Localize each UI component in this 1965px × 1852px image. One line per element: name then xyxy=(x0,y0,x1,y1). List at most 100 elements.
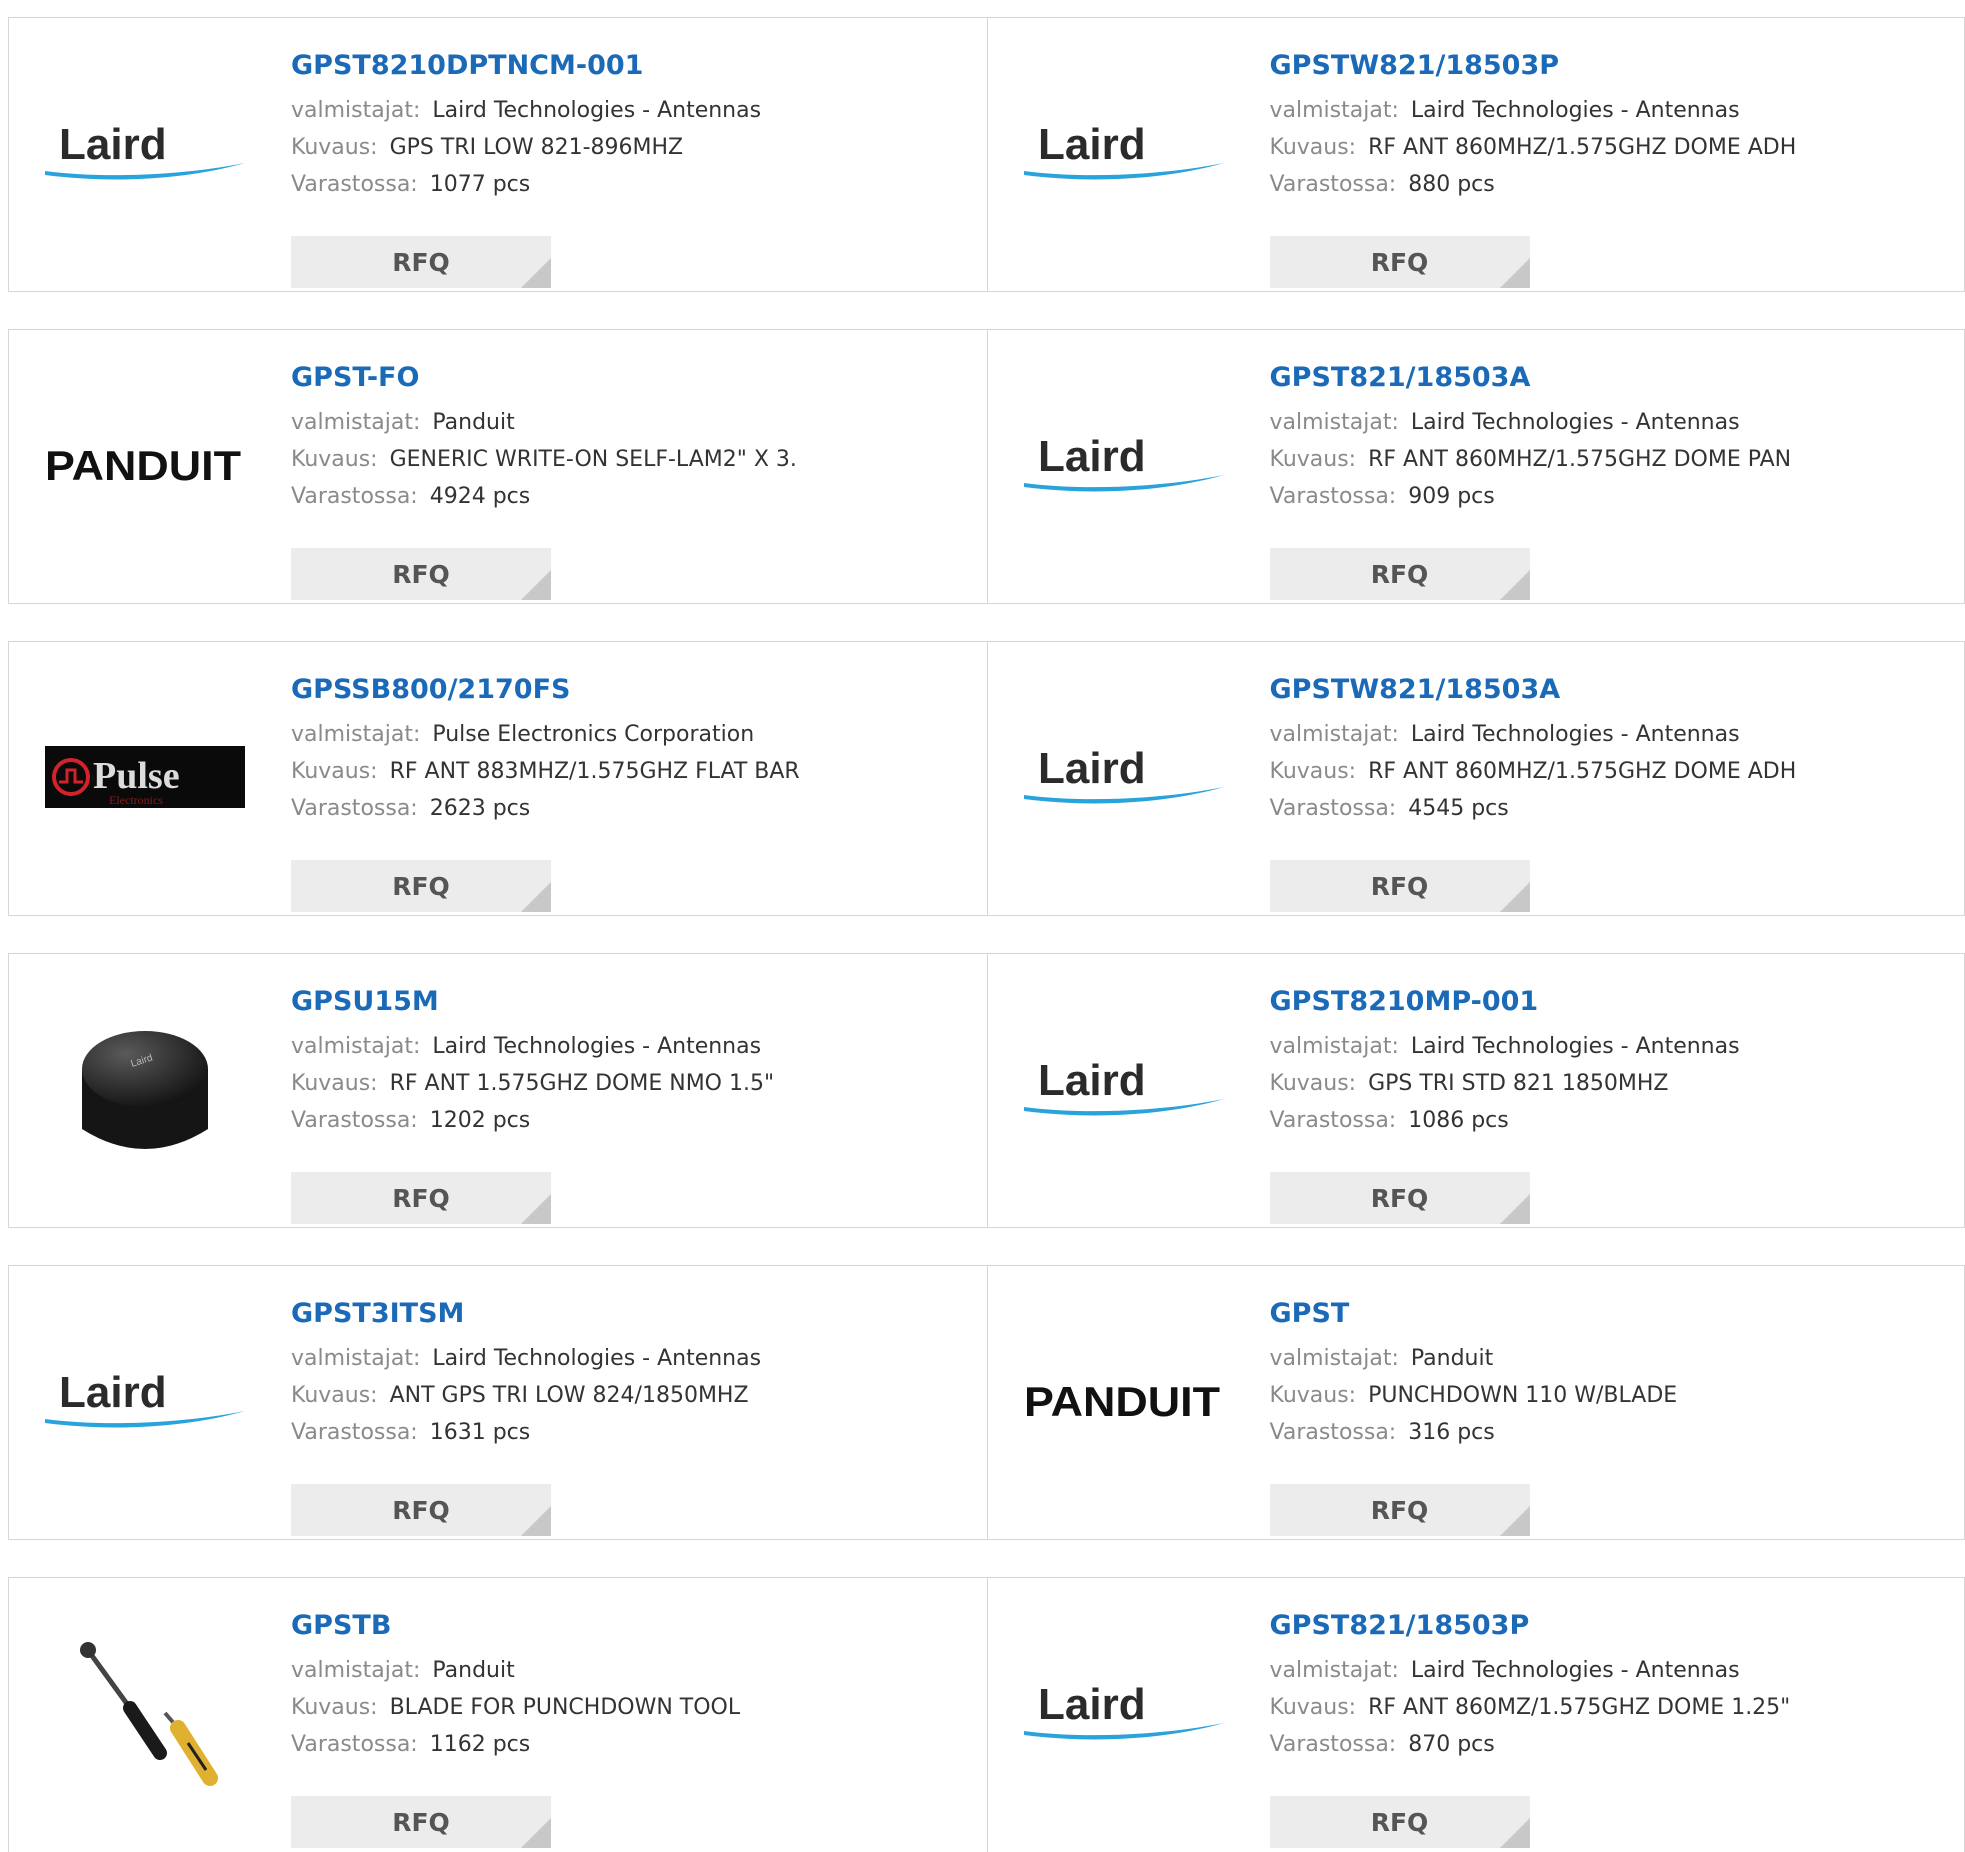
rfq-label: RFQ xyxy=(1370,247,1429,277)
laird-logo[interactable]: Laird xyxy=(1020,58,1228,248)
rfq-button[interactable]: RFQ xyxy=(1269,236,1530,288)
manufacturer-label: valmistajat: xyxy=(291,1658,421,1683)
rfq-button[interactable]: RFQ xyxy=(291,548,551,600)
laird-logo[interactable]: Laird xyxy=(41,1306,249,1496)
corner-triangle-icon xyxy=(521,1506,551,1536)
part-number-link[interactable]: GPSTB xyxy=(291,1608,977,1644)
part-number-link[interactable]: GPST821/18503P xyxy=(1270,1608,1955,1644)
svg-text:Laird: Laird xyxy=(59,123,167,169)
manufacturer-value: Laird Technologies - Antennas xyxy=(432,1346,762,1371)
description-row: Kuvaus: RF ANT 860MHZ/1.575GHZ DOME PAN xyxy=(1270,441,1955,478)
laird-logo[interactable]: Laird xyxy=(1020,994,1228,1184)
manufacturer-row: valmistajat: Pulse Electronics Corporatio… xyxy=(291,716,977,753)
manufacturer-row: valmistajat: Panduit xyxy=(1270,1340,1955,1377)
description-label: Kuvaus: xyxy=(1269,759,1357,784)
rfq-button[interactable]: RFQ xyxy=(1269,1796,1530,1848)
description-label: Kuvaus: xyxy=(1269,135,1357,160)
rfq-button[interactable]: RFQ xyxy=(291,860,551,912)
stock-value: 880 pcs xyxy=(1408,172,1495,197)
description-value: ANT GPS TRI LOW 824/1850MHZ xyxy=(389,1383,749,1408)
description-label: Kuvaus: xyxy=(291,1383,378,1408)
stock-label: Varastossa: xyxy=(1269,484,1397,509)
description-value: RF ANT 860MHZ/1.575GHZ DOME PAN xyxy=(1368,447,1792,472)
stock-value: 1077 pcs xyxy=(429,172,531,197)
stock-value: 2623 pcs xyxy=(429,796,531,821)
product-card: Laird GPST821/18503A valmistajat: Laird T… xyxy=(986,330,1965,603)
stock-label: Varastossa: xyxy=(291,484,418,509)
stock-row: Varastossa: 4545 pcs xyxy=(1270,790,1955,827)
manufacturer-label: valmistajat: xyxy=(291,410,421,435)
rfq-button[interactable]: RFQ xyxy=(291,1484,551,1536)
product-card: Laird GPST3ITSM valmistajat: Laird Techno… xyxy=(9,1266,987,1539)
panduit-logo[interactable]: PANDUIT xyxy=(41,370,249,560)
manufacturer-row: valmistajat: Laird Technologies - Antenna… xyxy=(1270,716,1955,753)
part-number-link[interactable]: GPST xyxy=(1270,1296,1955,1332)
antenna-dome-photo[interactable]: Laird xyxy=(41,994,249,1184)
svg-text:Laird: Laird xyxy=(1038,123,1146,169)
manufacturer-value: Panduit xyxy=(1410,1346,1494,1371)
rfq-button[interactable]: RFQ xyxy=(1269,1172,1530,1224)
rfq-button[interactable]: RFQ xyxy=(1269,1484,1530,1536)
corner-triangle-icon xyxy=(1499,1194,1530,1224)
rfq-button[interactable]: RFQ xyxy=(291,1172,551,1224)
pulse-logo[interactable]: Pulse Electronics xyxy=(41,682,249,872)
svg-text:Laird: Laird xyxy=(1038,435,1146,481)
corner-triangle-icon xyxy=(1499,882,1530,912)
description-value: RF ANT 860MZ/1.575GHZ DOME 1.25" xyxy=(1368,1695,1791,1720)
rfq-label: RFQ xyxy=(1370,559,1429,589)
stock-row: Varastossa: 316 pcs xyxy=(1270,1414,1955,1451)
rfq-button[interactable]: RFQ xyxy=(1269,548,1530,600)
part-number-link[interactable]: GPSTW821/18503A xyxy=(1270,672,1955,708)
panduit-logo[interactable]: PANDUIT xyxy=(1020,1306,1228,1496)
description-row: Kuvaus: RF ANT 860MHZ/1.575GHZ DOME ADH xyxy=(1270,129,1955,166)
product-card: PANDUIT GPST valmistajat: Panduit Kuvaus:… xyxy=(986,1266,1965,1539)
rfq-button[interactable]: RFQ xyxy=(291,1796,551,1848)
laird-logo[interactable]: Laird xyxy=(41,58,249,248)
part-number-link[interactable]: GPST3ITSM xyxy=(291,1296,977,1332)
description-row: Kuvaus: BLADE FOR PUNCHDOWN TOOL xyxy=(291,1689,977,1726)
description-value: BLADE FOR PUNCHDOWN TOOL xyxy=(389,1695,741,1720)
description-label: Kuvaus: xyxy=(1269,1383,1357,1408)
manufacturer-value: Laird Technologies - Antennas xyxy=(1410,722,1740,747)
manufacturer-label: valmistajat: xyxy=(1269,98,1399,123)
stock-row: Varastossa: 1631 pcs xyxy=(291,1414,977,1451)
laird-logo[interactable]: Laird xyxy=(1020,1618,1228,1808)
stock-value: 870 pcs xyxy=(1408,1732,1495,1757)
part-number-link[interactable]: GPSU15M xyxy=(291,984,977,1020)
svg-text:Pulse: Pulse xyxy=(93,755,180,797)
product-card: Laird GPST8210MP-001 valmistajat: Laird T… xyxy=(986,954,1965,1227)
product-card: Laird GPST821/18503P valmistajat: Laird T… xyxy=(986,1578,1965,1852)
manufacturer-row: valmistajat: Panduit xyxy=(291,404,977,441)
laird-logo[interactable]: Laird xyxy=(1020,682,1228,872)
product-card: Laird GPSTW821/18503A valmistajat: Laird … xyxy=(986,642,1965,915)
laird-logo[interactable]: Laird xyxy=(1020,370,1228,560)
manufacturer-label: valmistajat: xyxy=(1269,1346,1399,1371)
part-number-link[interactable]: GPST-FO xyxy=(291,360,977,396)
svg-text:Laird: Laird xyxy=(1038,1683,1146,1729)
part-number-link[interactable]: GPST821/18503A xyxy=(1270,360,1955,396)
part-number-link[interactable]: GPSSB800/2170FS xyxy=(291,672,977,708)
punchdown-tool-photo[interactable] xyxy=(41,1618,249,1808)
stock-value: 4545 pcs xyxy=(1408,796,1509,821)
stock-row: Varastossa: 4924 pcs xyxy=(291,478,977,515)
part-number-link[interactable]: GPSTW821/18503P xyxy=(1270,48,1955,84)
description-label: Kuvaus: xyxy=(291,1695,378,1720)
rfq-label: RFQ xyxy=(1370,1495,1429,1525)
svg-text:PANDUIT: PANDUIT xyxy=(1024,1378,1220,1425)
rfq-button[interactable]: RFQ xyxy=(1269,860,1530,912)
description-row: Kuvaus: RF ANT 860MHZ/1.575GHZ DOME ADH xyxy=(1270,753,1955,790)
stock-row: Varastossa: 880 pcs xyxy=(1270,166,1955,203)
stock-label: Varastossa: xyxy=(291,1108,418,1133)
description-row: Kuvaus: GPS TRI LOW 821-896MHZ xyxy=(291,129,977,166)
part-number-link[interactable]: GPST8210DPTNCM-001 xyxy=(291,48,977,84)
rfq-button[interactable]: RFQ xyxy=(291,236,551,288)
stock-value: 909 pcs xyxy=(1408,484,1495,509)
manufacturer-label: valmistajat: xyxy=(291,1346,421,1371)
manufacturer-value: Laird Technologies - Antennas xyxy=(1410,98,1740,123)
stock-label: Varastossa: xyxy=(1269,1108,1397,1133)
part-number-link[interactable]: GPST8210MP-001 xyxy=(1270,984,1955,1020)
rfq-label: RFQ xyxy=(392,1183,450,1213)
manufacturer-row: valmistajat: Laird Technologies - Antenna… xyxy=(1270,404,1955,441)
manufacturer-row: valmistajat: Laird Technologies - Antenna… xyxy=(1270,92,1955,129)
manufacturer-value: Panduit xyxy=(432,1658,515,1683)
